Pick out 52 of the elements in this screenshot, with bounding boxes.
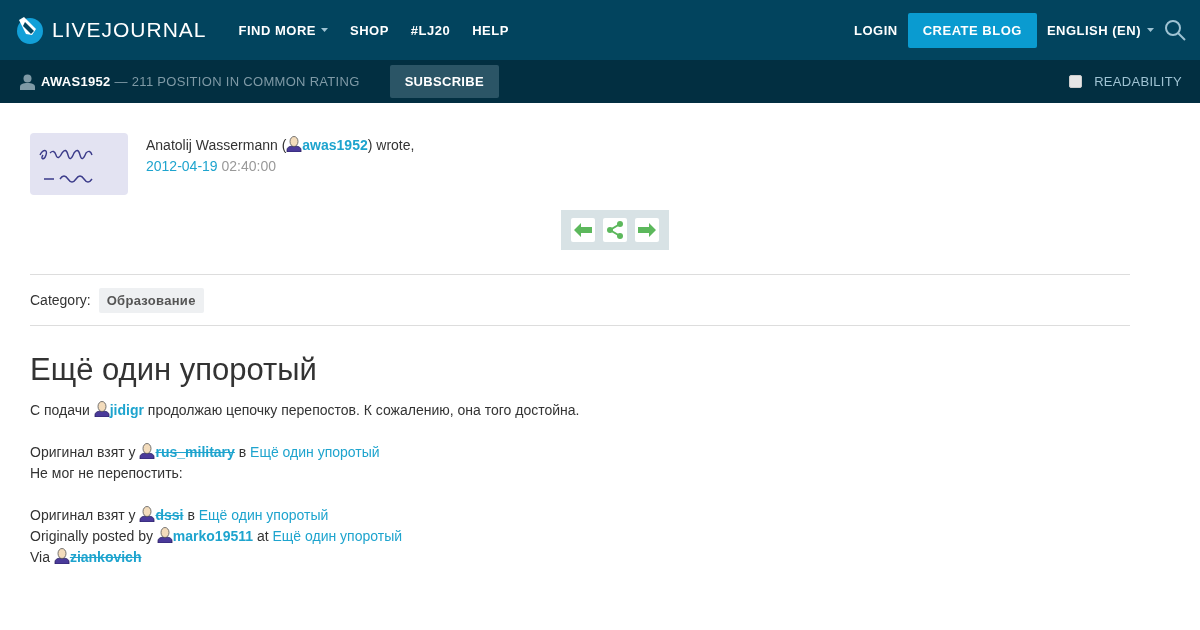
readability-checkbox[interactable] <box>1069 75 1083 88</box>
nav-link[interactable]: SHOP <box>350 22 389 38</box>
post-link[interactable]: Ещё один упоротый <box>250 444 380 460</box>
body-text-line: Via ziankovich <box>30 547 143 567</box>
body-text-line: Оригинал взят у rus_military в Ещё один упоротый <box>30 442 381 462</box>
share-icon <box>606 221 624 239</box>
logo[interactable]: LIVEJOURNAL <box>16 16 207 44</box>
body-text-line: Originally posted by marko19511 at Ещё один упоротый <box>30 526 404 546</box>
post-link[interactable]: Ещё один упоротый <box>272 528 403 544</box>
login-link[interactable]: LOGIN <box>854 22 898 38</box>
post-title: Ещё один упоротый <box>30 352 318 388</box>
user-link[interactable]: rus_military <box>139 444 235 460</box>
user-link[interactable]: jidigr <box>93 402 144 418</box>
previous-button[interactable] <box>571 218 595 242</box>
left-arrow-icon <box>574 223 592 237</box>
category-label: Category: <box>30 292 91 308</box>
share-button[interactable] <box>603 218 627 242</box>
caret-icon <box>1147 28 1154 32</box>
user-icon <box>156 527 173 543</box>
next-button[interactable] <box>635 218 659 242</box>
body-text-line: Не мог не перепостить: <box>30 464 184 483</box>
logo-icon <box>16 16 44 44</box>
user-icon <box>139 506 156 522</box>
right-arrow-icon <box>638 223 656 237</box>
language-menu[interactable]: ENGLISH (EN) <box>1046 22 1154 38</box>
category-tag[interactable]: Образование <box>98 287 204 313</box>
user-icon <box>20 73 35 90</box>
readability-label: READABILITY <box>1094 74 1182 89</box>
date-link[interactable]: 2012-04-19 <box>146 158 218 174</box>
create-blog-button[interactable]: CREATE BLOG <box>907 12 1037 48</box>
caret-icon <box>321 28 328 32</box>
user-link[interactable]: dssi <box>139 507 184 523</box>
username-link[interactable]: AWAS1952 <box>41 74 111 89</box>
body-text-line: Оригинал взят у dssi в Ещё один упоротый <box>30 505 330 525</box>
logo-text: LIVEJOURNAL <box>52 18 207 42</box>
user-icon <box>286 136 303 152</box>
subscribe-button[interactable]: SUBSCRIBE <box>389 65 499 98</box>
post-link[interactable]: Ещё один упоротый <box>198 507 329 523</box>
user-link[interactable]: ziankovich <box>53 549 142 565</box>
search-icon[interactable] <box>1164 19 1186 41</box>
nav-link[interactable]: #LJ20 <box>410 22 451 38</box>
user-icon <box>139 443 156 459</box>
author-line: Anatolij Wassermann ( awas1952) wrote, <box>146 135 415 155</box>
time-text: 02:40:00 <box>221 158 276 174</box>
user-icon <box>93 401 110 417</box>
user-icon <box>53 548 70 564</box>
nav-link[interactable]: HELP <box>472 22 509 38</box>
rating-text: — 211 POSITION IN COMMON RATING <box>114 74 360 89</box>
body-text-line: С подачи jidigr продолжаю цепочку перепостов. К сожалению, она того достойна. <box>30 400 581 420</box>
user-link[interactable]: marko19511 <box>156 528 254 544</box>
nav-link[interactable]: FIND MORE <box>238 22 328 38</box>
user-link[interactable]: awas1952 <box>286 137 368 153</box>
